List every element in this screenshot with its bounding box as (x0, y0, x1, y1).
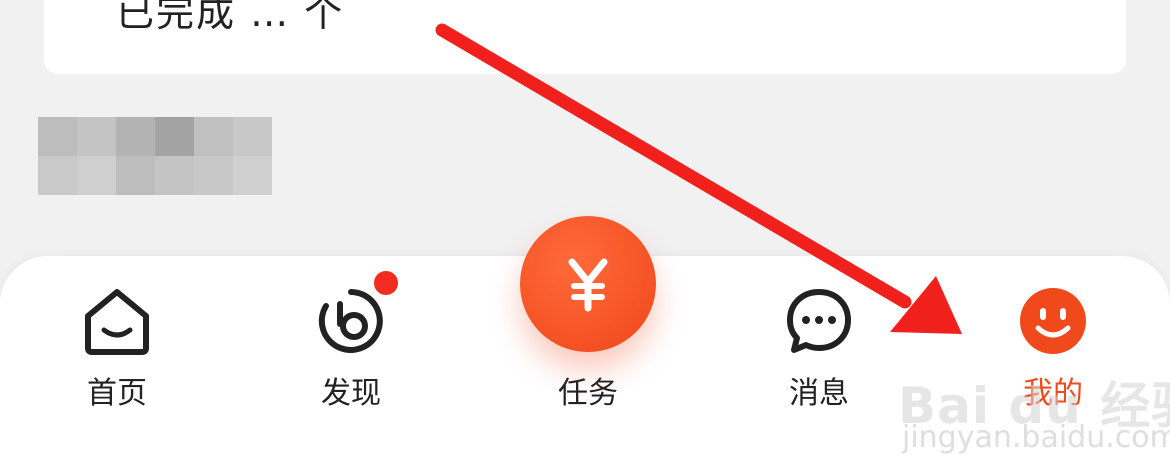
tab-messages-label: 消息 (789, 376, 849, 411)
tab-messages[interactable]: 消息 (744, 256, 894, 446)
tab-discover-label: 发现 (321, 376, 381, 411)
yen-icon (568, 258, 608, 312)
top-card: 已完成 … 个 (44, 0, 1126, 74)
tab-task-label: 任务 (558, 376, 618, 411)
chat-bubble-icon (787, 289, 851, 353)
watermark-url: jingyan.baidu.com (902, 420, 1170, 455)
tab-home[interactable]: 首页 (42, 256, 192, 446)
top-card-text: 已完成 … 个 (116, 0, 345, 35)
notification-badge (371, 268, 401, 298)
task-center-button[interactable] (520, 216, 656, 352)
blurred-content (38, 117, 272, 195)
discover-icon (318, 289, 383, 353)
smiley-icon (1020, 288, 1086, 354)
home-icon (85, 289, 149, 355)
tab-home-label: 首页 (87, 376, 147, 411)
tab-discover[interactable]: 发现 (276, 256, 426, 446)
